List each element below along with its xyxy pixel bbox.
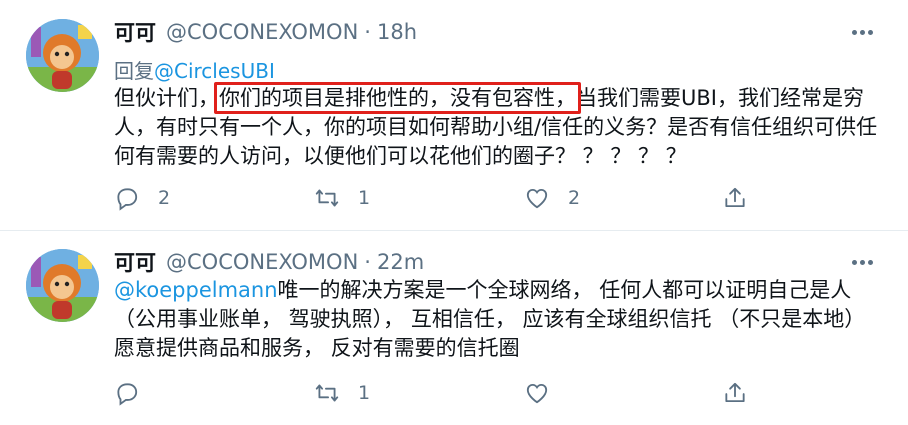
like-icon <box>526 383 548 404</box>
share-icon <box>725 187 745 208</box>
avatar-image <box>26 249 99 322</box>
retweet-count: 1 <box>358 187 371 209</box>
more-dots-icon[interactable] <box>852 20 882 40</box>
tweet-header: 可可 @COCONEXOMON · 22m <box>114 244 424 280</box>
retweet-icon <box>315 384 339 402</box>
user-handle[interactable]: @COCONEXOMON <box>166 20 358 44</box>
reply-count: 2 <box>158 187 171 209</box>
reply-icon <box>117 188 138 211</box>
tweet-text: @koeppelmann唯一的解决方案是一个全球网络， 任何人都可以证明自己是人… <box>114 276 884 363</box>
display-name[interactable]: 可可 <box>114 247 156 277</box>
reply-button[interactable]: 2 <box>114 185 170 211</box>
avatar[interactable] <box>26 249 99 322</box>
share-button[interactable] <box>722 185 766 211</box>
tweet-text: 但伙计们，你们的项目是排他性的，没有包容性，当我们需要UBI，我们经常是穷人，有… <box>114 84 884 171</box>
action-bar: 2 1 2 <box>114 185 754 215</box>
reply-button[interactable] <box>114 380 158 406</box>
highlighted-text: 你们的项目是排他性的，没有包容性， <box>219 86 576 110</box>
like-button[interactable] <box>524 380 568 406</box>
tweet-1[interactable]: 可可 @COCONEXOMON · 18h 回复@CirclesUBI 但伙计们… <box>0 0 908 230</box>
reply-to-link[interactable]: @CirclesUBI <box>154 59 275 83</box>
separator: · <box>364 250 371 274</box>
like-count: 2 <box>568 187 581 209</box>
like-button[interactable]: 2 <box>524 185 580 211</box>
retweet-icon <box>315 189 339 207</box>
like-icon <box>526 188 548 209</box>
avatar-image <box>26 19 99 92</box>
separator: · <box>364 20 371 44</box>
share-icon <box>725 382 745 403</box>
action-bar: 1 <box>114 380 754 410</box>
retweet-button[interactable]: 1 <box>314 185 370 211</box>
retweet-count: 1 <box>358 382 371 404</box>
avatar[interactable] <box>26 19 99 92</box>
text-before: 但伙计们， <box>114 86 219 110</box>
retweet-button[interactable]: 1 <box>314 380 370 406</box>
user-handle[interactable]: @COCONEXOMON <box>166 250 358 274</box>
tweet-header: 可可 @COCONEXOMON · 18h <box>114 14 417 50</box>
replying-to: 回复@CirclesUBI <box>114 55 275 84</box>
more-dots-icon[interactable] <box>852 250 882 270</box>
display-name[interactable]: 可可 <box>114 17 156 47</box>
timestamp[interactable]: 18h <box>377 20 417 44</box>
reply-icon <box>117 383 138 406</box>
reply-prefix: 回复 <box>114 59 154 83</box>
share-button[interactable] <box>722 380 766 406</box>
mention-link[interactable]: @koeppelmann <box>114 278 278 302</box>
timestamp[interactable]: 22m <box>377 250 424 274</box>
tweet-2[interactable]: 可可 @COCONEXOMON · 22m @koeppelmann唯一的解决方… <box>0 230 908 425</box>
